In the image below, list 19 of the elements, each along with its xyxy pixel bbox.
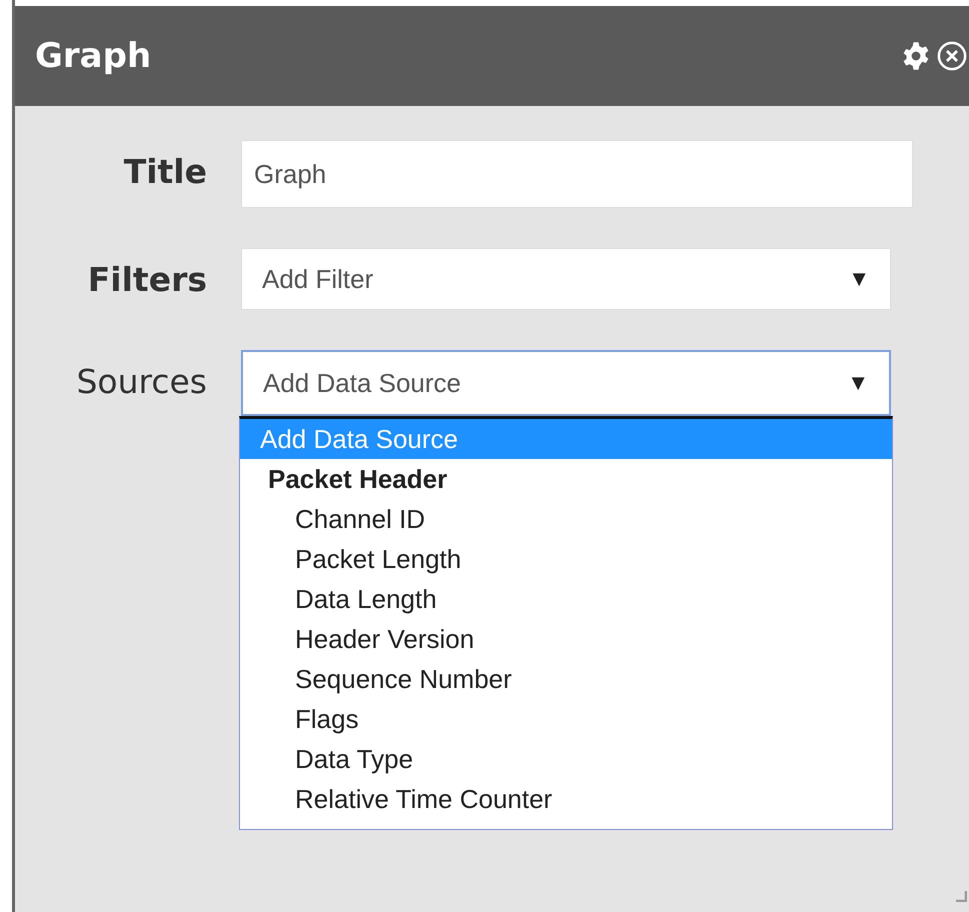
dropdown-option[interactable]: Relative Time Counter	[240, 779, 892, 819]
resize-grip-icon[interactable]	[955, 890, 967, 902]
field-label: Title	[122, 151, 207, 191]
dropdown-option[interactable]: Data Type	[240, 739, 892, 779]
dropdown-option[interactable]: Flags	[240, 699, 892, 739]
dropdown-option[interactable]: Packet Length	[240, 539, 892, 579]
close-icon[interactable]	[937, 41, 967, 71]
settings-icon[interactable]	[901, 41, 931, 71]
dropdown-option[interactable]: Header Version	[240, 619, 892, 659]
select-field[interactable]: Add Data Source ▼	[241, 350, 891, 416]
dropdown-option[interactable]: Data Length	[240, 579, 892, 619]
field-label: Filters	[86, 259, 207, 299]
window-title: Graph	[35, 36, 152, 76]
select-field[interactable]: Add Filter ▼	[241, 248, 891, 310]
field-label: Sources	[75, 361, 207, 401]
option-group-label[interactable]: Packet Header	[240, 459, 892, 499]
dropdown-option[interactable]: Sequence Number	[240, 659, 892, 699]
title-field[interactable]: Graph	[241, 140, 913, 208]
dropdown-option[interactable]: Channel ID	[240, 499, 892, 539]
